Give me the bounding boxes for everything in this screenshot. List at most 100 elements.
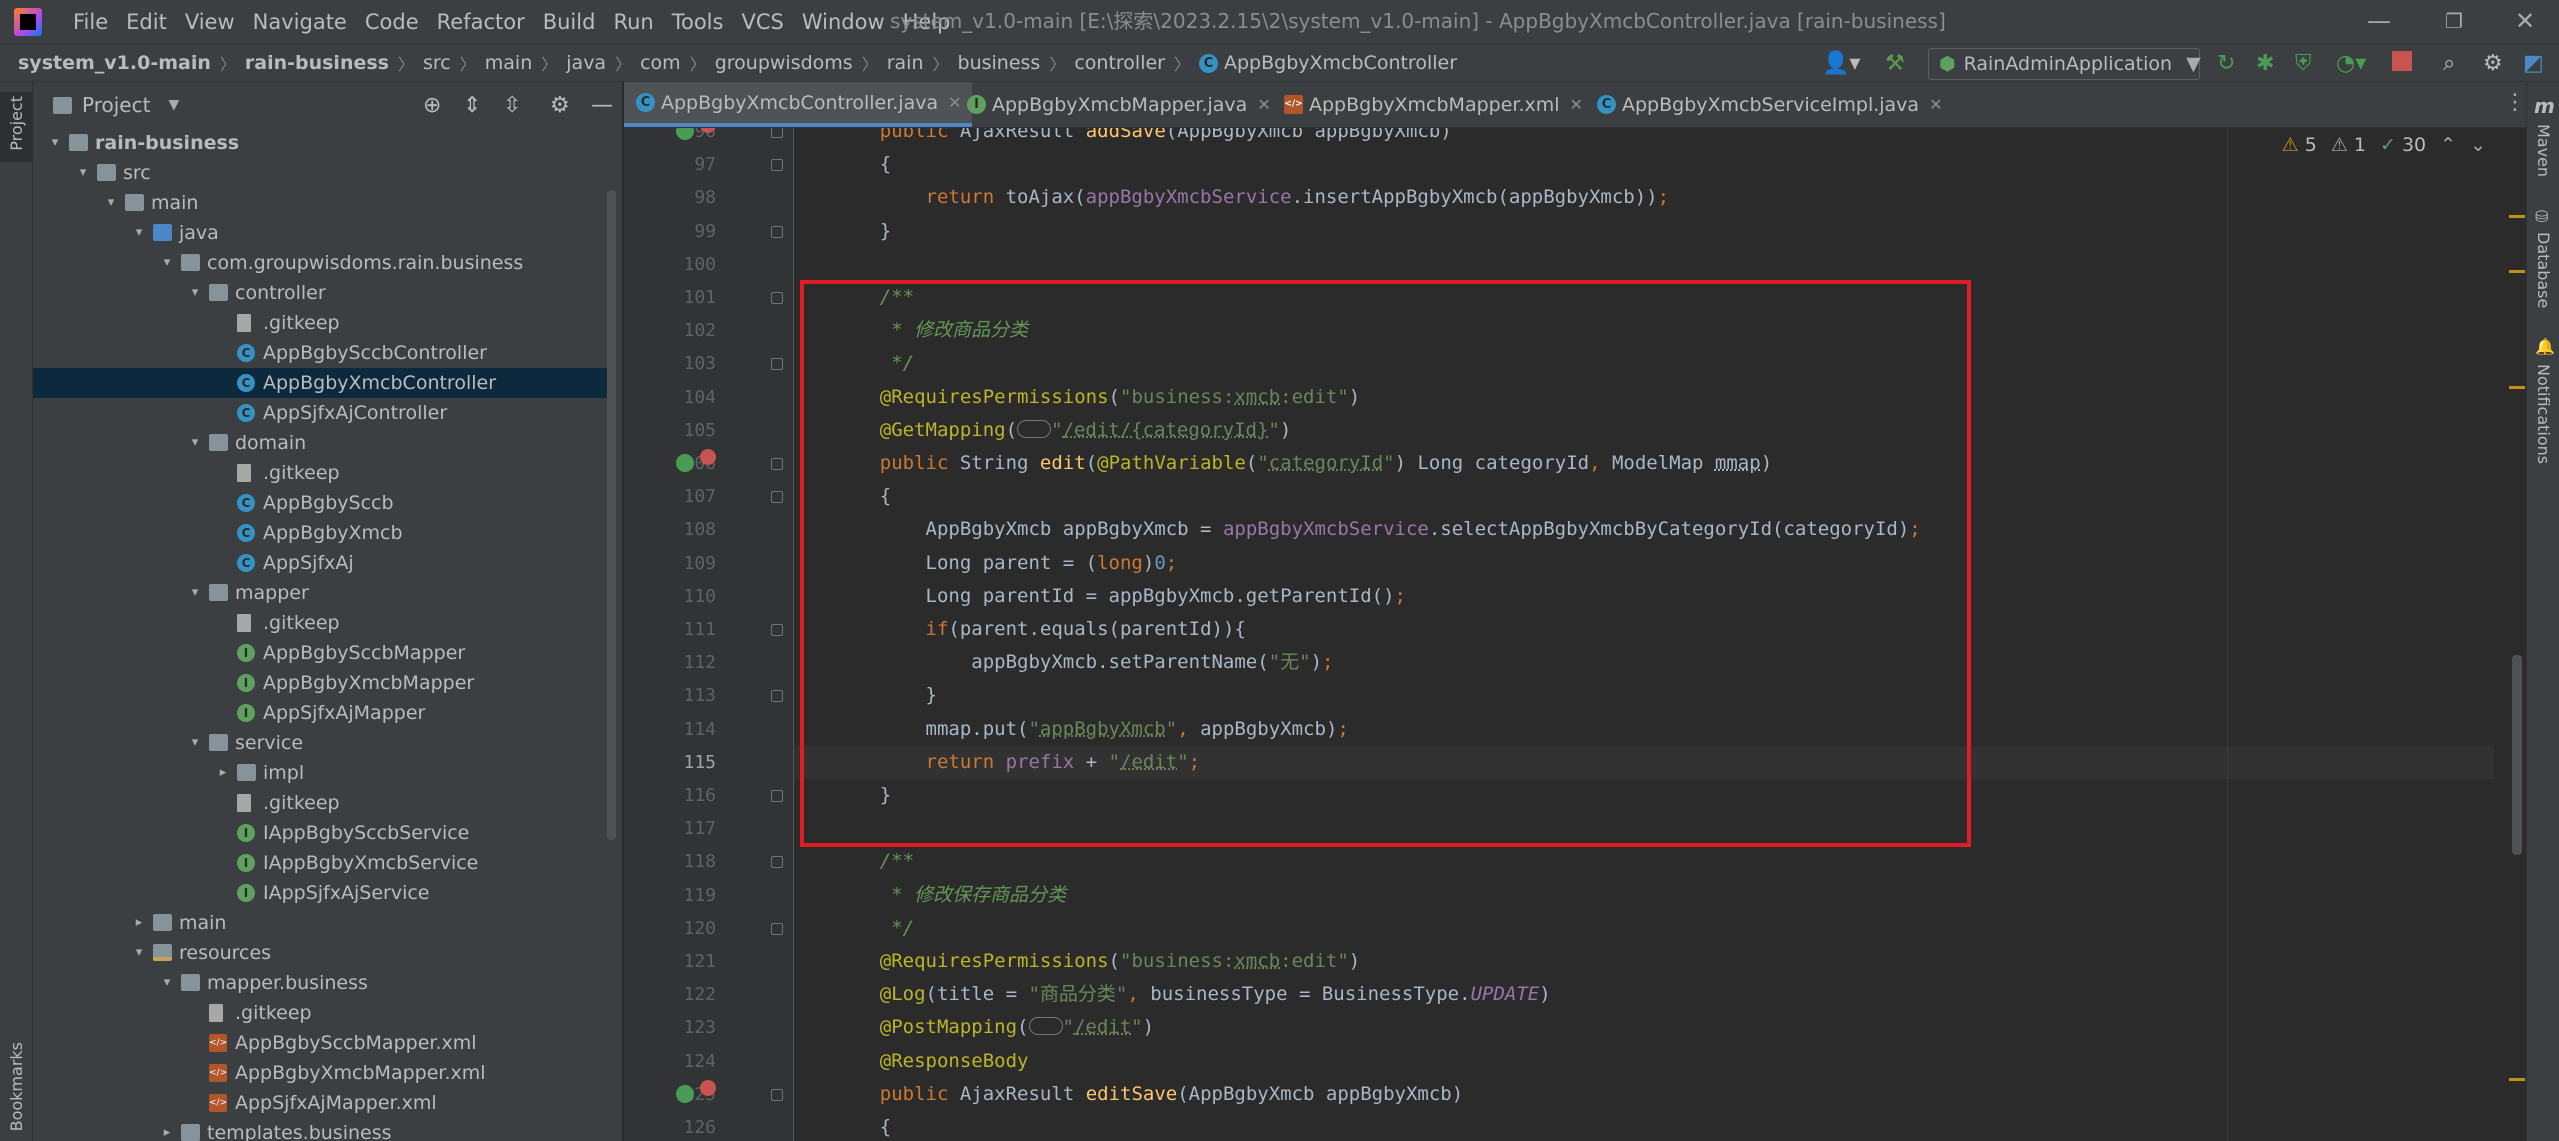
line-number[interactable]: 109	[624, 547, 716, 580]
fold-marker-icon[interactable]	[771, 1089, 783, 1101]
breadcrumb-item[interactable]: com	[640, 52, 681, 74]
menu-run[interactable]: Run	[604, 0, 662, 44]
tree-item[interactable]: </> AppBgbySccbMapper.xml	[33, 1028, 608, 1058]
error-stripe-mark[interactable]	[2509, 270, 2525, 273]
fold-marker-icon[interactable]	[771, 358, 783, 370]
fold-marker-icon[interactable]	[771, 128, 783, 138]
minimize-button[interactable]: —	[2349, 0, 2409, 44]
tree-item[interactable]: ▾ domain	[33, 428, 608, 458]
line-number[interactable]: 111	[624, 613, 716, 646]
menu-file[interactable]: File	[64, 0, 117, 44]
line-number[interactable]: 119	[624, 879, 716, 912]
tree-item[interactable]: ▾ service	[33, 728, 608, 758]
line-number[interactable]: 113	[624, 679, 716, 712]
next-highlight-icon[interactable]: ⌄	[2470, 134, 2486, 156]
expand-all-icon[interactable]: ⇕	[463, 93, 481, 118]
menu-navigate[interactable]: Navigate	[244, 0, 356, 44]
tree-item[interactable]: I IAppBgbyXmcbService	[33, 848, 608, 878]
fold-marker-icon[interactable]	[771, 491, 783, 503]
tree-item[interactable]: I IAppBgbySccbService	[33, 818, 608, 848]
tree-item[interactable]: ▾ com.groupwisdoms.rain.business	[33, 248, 608, 278]
error-stripe-mark[interactable]	[2509, 386, 2525, 389]
line-number[interactable]: 116	[624, 779, 716, 812]
line-number[interactable]: 102	[624, 314, 716, 347]
profiler-icon[interactable]: ◔▾	[2336, 50, 2366, 78]
expanded-arrow-icon[interactable]: ▾	[47, 128, 63, 158]
maven-icon[interactable]: m	[2534, 94, 2555, 118]
line-number[interactable]: 123	[624, 1011, 716, 1044]
editor-scrollbar[interactable]	[2512, 655, 2522, 855]
breadcrumb-item[interactable]: rain	[887, 52, 924, 74]
tree-item[interactable]: .gitkeep	[33, 308, 608, 338]
tree-item[interactable]: </> AppBgbyXmcbMapper.xml	[33, 1058, 608, 1088]
menu-refactor[interactable]: Refactor	[428, 0, 534, 44]
tree-item[interactable]: .gitkeep	[33, 458, 608, 488]
tree-item[interactable]: ▾ mapper.business	[33, 968, 608, 998]
close-tab-icon[interactable]: ✕	[1570, 95, 1583, 114]
tree-item[interactable]: </> AppSjfxAjMapper.xml	[33, 1088, 608, 1118]
menu-tools[interactable]: Tools	[663, 0, 733, 44]
expanded-arrow-icon[interactable]: ▾	[187, 578, 203, 608]
tree-item[interactable]: I IAppSjfxAjService	[33, 878, 608, 908]
expanded-arrow-icon[interactable]: ▾	[75, 158, 91, 188]
previous-highlight-icon[interactable]: ⌃	[2440, 134, 2456, 156]
fold-marker-icon[interactable]	[771, 856, 783, 868]
tab-appbgbyxmcbserviceimpl-java[interactable]: C AppBgbyXmcbServiceImpl.java ✕	[1585, 82, 1952, 127]
fold-marker-icon[interactable]	[771, 292, 783, 304]
fold-marker-icon[interactable]	[771, 790, 783, 802]
fold-marker-icon[interactable]	[771, 159, 783, 171]
fold-marker-icon[interactable]	[771, 458, 783, 470]
line-number[interactable]: 100	[624, 248, 716, 281]
tree-item[interactable]: I AppBgbyXmcbMapper	[33, 668, 608, 698]
maven-tool-label[interactable]: Maven	[2534, 124, 2553, 177]
line-number[interactable]: 114	[624, 713, 716, 746]
tree-item[interactable]: I AppSjfxAjMapper	[33, 698, 608, 728]
fold-marker-icon[interactable]	[771, 690, 783, 702]
intellij-logo-icon[interactable]	[14, 8, 42, 36]
expanded-arrow-icon[interactable]: ▾	[187, 278, 203, 308]
menu-window[interactable]: Window	[793, 0, 894, 44]
line-number[interactable]: 97	[624, 148, 716, 181]
spring-bean-icon[interactable]	[676, 454, 694, 472]
bookmarks-tool-label[interactable]: Bookmarks	[7, 1042, 26, 1131]
error-stripe-mark[interactable]	[2509, 1078, 2525, 1081]
breadcrumb-item[interactable]: java	[566, 52, 606, 74]
line-number[interactable]: 101	[624, 281, 716, 314]
line-number[interactable]: 124	[624, 1045, 716, 1078]
gear-icon[interactable]: ⚙	[550, 93, 570, 118]
line-number[interactable]: 98	[624, 181, 716, 214]
breadcrumb-item[interactable]: groupwisdoms	[715, 52, 853, 74]
tree-item[interactable]: ▾ rain-business	[33, 128, 608, 158]
tree-item[interactable]: ▾ controller	[33, 278, 608, 308]
vcs-user-icon[interactable]: 👤▾	[1822, 50, 1860, 78]
breadcrumb-item[interactable]: main	[485, 52, 532, 74]
project-panel-title[interactable]: Project	[82, 93, 150, 117]
tree-item[interactable]: ▾ java	[33, 218, 608, 248]
spring-bean-icon[interactable]	[676, 1085, 694, 1103]
line-number[interactable]: 112	[624, 646, 716, 679]
breadcrumb-item[interactable]: src	[423, 52, 451, 74]
tree-item[interactable]: .gitkeep	[33, 608, 608, 638]
tree-item[interactable]: .gitkeep	[33, 788, 608, 818]
stop-icon[interactable]	[2392, 51, 2412, 71]
restore-button[interactable]: ❐	[2424, 0, 2484, 44]
url-mapping-icon[interactable]	[1028, 1016, 1063, 1035]
collapsed-arrow-icon[interactable]: ▸	[159, 1118, 175, 1141]
menu-vcs[interactable]: VCS	[732, 0, 792, 44]
chevron-down-icon[interactable]: ▼	[168, 97, 179, 113]
tree-item[interactable]: C AppSjfxAj	[33, 548, 608, 578]
expanded-arrow-icon[interactable]: ▾	[187, 728, 203, 758]
menu-code[interactable]: Code	[356, 0, 428, 44]
tree-item[interactable]: C AppBgbyXmcbController	[33, 368, 608, 398]
locate-icon[interactable]: ⊕	[423, 93, 441, 118]
gear-icon[interactable]: ⚙	[2483, 50, 2503, 78]
menu-build[interactable]: Build	[534, 0, 605, 44]
collapsed-arrow-icon[interactable]: ▸	[215, 758, 231, 788]
inspection-widget[interactable]: ⚠ 5 ⚠ 1 ✓ 30 ⌃ ⌄	[2282, 134, 2486, 156]
debug-icon[interactable]: ✱	[2256, 50, 2274, 78]
expanded-arrow-icon[interactable]: ▾	[103, 188, 119, 218]
line-number[interactable]: 104	[624, 381, 716, 414]
notifications-tool-label[interactable]: Notifications	[2534, 364, 2553, 464]
expanded-arrow-icon[interactable]: ▾	[159, 248, 175, 278]
line-number[interactable]: 117	[624, 812, 716, 845]
